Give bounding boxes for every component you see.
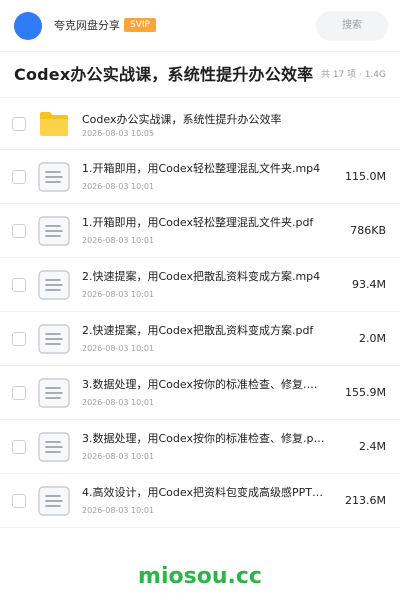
file-name[interactable]: 1.开箱即用，用Codex轻松整理混乱文件夹.mp4 (82, 161, 326, 177)
file-date: 2026-08-03 10:01 (82, 236, 155, 245)
document-icon (38, 377, 70, 408)
document-icon (38, 431, 70, 462)
file-row[interactable]: 2.快速提案，用Codex把散乱资料变成方案.pdf 2026-08-03 10:… (0, 312, 400, 366)
row-checkbox[interactable] (12, 331, 26, 346)
file-name[interactable]: 2.快速提案，用Codex把散乱资料变成方案.mp4 (82, 269, 326, 285)
file-row[interactable]: 3.数据处理，用Codex按你的标准检查、修复.m… 2026-08-03 10:… (0, 366, 400, 420)
file-size: 786KB (350, 223, 386, 237)
file-date: 2026-08-03 10:01 (82, 182, 155, 191)
row-checkbox[interactable] (12, 116, 26, 131)
avatar[interactable] (14, 12, 42, 40)
file-name[interactable]: 4.高效设计，用Codex把资料包变成高级感PPT… (82, 485, 326, 501)
top-header: 夸克网盘分享 SVIP 搜索 (0, 0, 400, 52)
file-row[interactable]: 3.数据处理，用Codex按你的标准检查、修复.p… 2026-08-03 10:… (0, 420, 400, 474)
document-icon (38, 161, 70, 192)
svip-badge: SVIP (124, 18, 156, 32)
document-icon (38, 323, 70, 354)
file-name[interactable]: 1.开箱即用，用Codex轻松整理混乱文件夹.pdf (82, 215, 326, 231)
row-checkbox[interactable] (12, 169, 26, 184)
row-checkbox[interactable] (12, 277, 26, 292)
document-icon (38, 269, 70, 300)
file-date: 2026-08-03 10:01 (82, 290, 155, 299)
document-icon (38, 215, 70, 246)
file-size: 93.4M (352, 277, 386, 291)
file-name[interactable]: Codex办公实战课，系统性提升办公效率 (82, 112, 326, 128)
folder-icon (38, 109, 70, 139)
file-date: 2026-08-03 10:01 (82, 398, 155, 407)
file-size: 213.6M (345, 493, 386, 507)
search-input[interactable]: 搜索 (316, 11, 388, 41)
file-name[interactable]: 3.数据处理，用Codex按你的标准检查、修复.m… (82, 377, 326, 393)
file-size: 155.9M (345, 385, 386, 399)
row-checkbox[interactable] (12, 223, 26, 238)
title-bar: Codex办公实战课，系统性提升办公效率 共 17 项 · 1.4G (0, 52, 400, 98)
file-name[interactable]: 3.数据处理，用Codex按你的标准检查、修复.p… (82, 431, 326, 447)
watermark: miosou.cc (138, 564, 262, 589)
file-row[interactable]: 2.快速提案，用Codex把散乱资料变成方案.mp4 2026-08-03 10:… (0, 258, 400, 312)
file-date: 2026-08-03 10:05 (82, 129, 155, 138)
page-title: Codex办公实战课，系统性提升办公效率 (14, 65, 314, 84)
row-checkbox[interactable] (12, 439, 26, 454)
file-date: 2026-08-03 10:01 (82, 344, 155, 353)
user-name: 夸克网盘分享 (54, 19, 120, 32)
file-row[interactable]: 1.开箱即用，用Codex轻松整理混乱文件夹.mp4 2026-08-03 10:… (0, 150, 400, 204)
file-row[interactable]: 1.开箱即用，用Codex轻松整理混乱文件夹.pdf 2026-08-03 10:… (0, 204, 400, 258)
file-list: Codex办公实战课，系统性提升办公效率 2026-08-03 10:05 1.开箱… (0, 98, 400, 528)
row-checkbox[interactable] (12, 493, 26, 508)
row-checkbox[interactable] (12, 385, 26, 400)
item-count-meta: 共 17 项 · 1.4G (320, 70, 386, 80)
file-date: 2026-08-03 10:01 (82, 452, 155, 461)
file-size: 2.4M (359, 439, 386, 453)
document-icon (38, 485, 70, 516)
file-size: 2.0M (359, 331, 386, 345)
file-row[interactable]: 4.高效设计，用Codex把资料包变成高级感PPT… 2026-08-03 10:… (0, 474, 400, 528)
file-name[interactable]: 2.快速提案，用Codex把散乱资料变成方案.pdf (82, 323, 326, 339)
file-size: 115.0M (345, 169, 386, 183)
folder-row[interactable]: Codex办公实战课，系统性提升办公效率 2026-08-03 10:05 (0, 98, 400, 150)
file-date: 2026-08-03 10:01 (82, 506, 155, 515)
